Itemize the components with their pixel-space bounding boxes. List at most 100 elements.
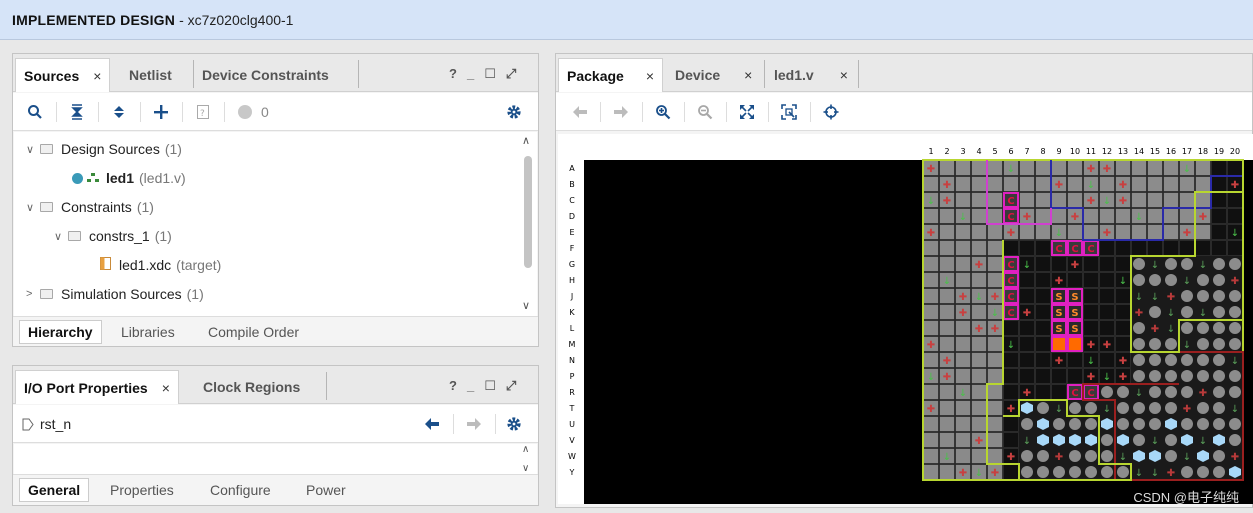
pin-square[interactable]	[939, 464, 955, 480]
pin-square[interactable]	[1099, 352, 1115, 368]
pin-selected[interactable]	[1067, 336, 1083, 352]
forward-arrow-icon[interactable]	[464, 414, 484, 434]
pin-square[interactable]	[987, 368, 1003, 384]
close-icon[interactable]: ×	[646, 68, 654, 84]
pin-circle[interactable]	[1229, 370, 1241, 382]
pin-symbol[interactable]: ↓	[1135, 388, 1143, 399]
pin-square[interactable]	[923, 432, 939, 448]
pin-circle[interactable]	[1069, 466, 1081, 478]
pin-circle[interactable]	[1053, 418, 1065, 430]
pin-square[interactable]	[987, 256, 1003, 272]
pin-square[interactable]	[1003, 464, 1019, 480]
pin-circle[interactable]	[1229, 258, 1241, 270]
scrollbar-thumb[interactable]	[524, 156, 532, 268]
zoom-selection-icon[interactable]	[779, 102, 799, 122]
pin-circle[interactable]	[1053, 466, 1065, 478]
pin-square[interactable]	[1211, 224, 1227, 240]
pin-symbol[interactable]: ↓	[1167, 308, 1175, 319]
pin-square[interactable]	[1179, 208, 1195, 224]
pin-square[interactable]	[987, 416, 1003, 432]
pin-symbol[interactable]: ↓	[1231, 356, 1239, 367]
scroll-down-icon[interactable]: ∨	[522, 463, 529, 474]
pin-symbol[interactable]: ✚	[927, 228, 935, 239]
maximize-icon[interactable]: ☐	[484, 378, 496, 394]
pin-square[interactable]	[1115, 160, 1131, 176]
pin-circle[interactable]	[1149, 370, 1161, 382]
pin-square[interactable]	[1115, 224, 1131, 240]
tab-hierarchy[interactable]: Hierarchy	[19, 320, 102, 344]
pin-circle[interactable]	[1181, 258, 1193, 270]
pin-circle[interactable]	[1165, 402, 1177, 414]
tab-package[interactable]: Package ×	[558, 58, 664, 92]
pin-square[interactable]	[955, 432, 971, 448]
pin-square[interactable]	[939, 400, 955, 416]
pin-square[interactable]	[1099, 176, 1115, 192]
pin-circle[interactable]	[1181, 322, 1193, 334]
tree-item-design-sources[interactable]: ∨ Design Sources (1)	[26, 136, 182, 162]
pin-square[interactable]	[1035, 240, 1051, 256]
pin-circle[interactable]	[1229, 338, 1241, 350]
pin-square[interactable]	[971, 352, 987, 368]
pin-square[interactable]	[1115, 336, 1131, 352]
pin-square[interactable]	[1147, 192, 1163, 208]
pin-square[interactable]	[1083, 224, 1099, 240]
pin-circle[interactable]	[1133, 322, 1145, 334]
pin-symbol[interactable]: ✚	[1119, 356, 1127, 367]
pin-circle[interactable]	[1213, 306, 1225, 318]
pin-symbol[interactable]: ✚	[943, 196, 951, 207]
pin-symbol[interactable]: ✚	[1199, 388, 1207, 399]
pin-square[interactable]	[939, 432, 955, 448]
pin-square[interactable]	[1195, 224, 1211, 240]
zoom-fit-icon[interactable]	[737, 102, 757, 122]
pin-square[interactable]	[1131, 176, 1147, 192]
pin-symbol[interactable]: ✚	[1167, 292, 1175, 303]
pin-square[interactable]	[987, 448, 1003, 464]
pin-symbol[interactable]: ✚	[1119, 180, 1127, 191]
pin-square[interactable]	[987, 336, 1003, 352]
pin-square[interactable]	[1019, 240, 1035, 256]
pin-circle[interactable]	[1117, 418, 1129, 430]
pin-square[interactable]	[1019, 224, 1035, 240]
tree-item-led1[interactable]: led1 (led1.v)	[72, 165, 186, 191]
pin-square[interactable]	[971, 272, 987, 288]
search-icon[interactable]	[25, 102, 45, 122]
pin-square[interactable]	[923, 384, 939, 400]
chevron-down-icon[interactable]: ∨	[26, 201, 40, 214]
zoom-in-icon[interactable]	[653, 102, 673, 122]
pin-select-label[interactable]: S	[1071, 292, 1078, 303]
pin-symbol[interactable]: ↓	[1151, 260, 1159, 271]
pin-symbol[interactable]: ✚	[1007, 452, 1015, 463]
pin-square[interactable]	[1051, 160, 1067, 176]
pin-square[interactable]	[955, 416, 971, 432]
pin-square[interactable]	[1099, 320, 1115, 336]
pin-square[interactable]	[1019, 288, 1035, 304]
pin-square[interactable]	[1115, 240, 1131, 256]
pin-circle[interactable]	[1213, 290, 1225, 302]
pin-square[interactable]	[971, 224, 987, 240]
pin-circle[interactable]	[1213, 418, 1225, 430]
pin-square[interactable]	[1131, 240, 1147, 256]
pin-clock-label[interactable]: C	[1071, 388, 1078, 399]
pin-square[interactable]	[1067, 160, 1083, 176]
pin-square[interactable]	[1035, 256, 1051, 272]
pin-symbol[interactable]: ✚	[991, 468, 999, 479]
pin-square[interactable]	[987, 192, 1003, 208]
tree-item-constrs-1[interactable]: ∨ constrs_1 (1)	[54, 223, 172, 249]
pin-circle[interactable]	[1229, 322, 1241, 334]
pin-circle[interactable]	[1197, 466, 1209, 478]
pin-symbol[interactable]: ✚	[1231, 180, 1239, 191]
pin-square[interactable]	[971, 400, 987, 416]
float-icon[interactable]: ⤢	[506, 378, 516, 394]
pin-symbol[interactable]: ✚	[1151, 324, 1159, 335]
pin-square[interactable]	[987, 176, 1003, 192]
scroll-down-icon[interactable]: ∨	[522, 299, 530, 312]
pin-square[interactable]	[1083, 304, 1099, 320]
tree-item-led1-xdc[interactable]: led1.xdc (target)	[100, 252, 221, 278]
pin-square[interactable]	[1115, 208, 1131, 224]
pin-square[interactable]	[1035, 272, 1051, 288]
pin-clock-label[interactable]: C	[1055, 244, 1062, 255]
pin-square[interactable]	[1099, 208, 1115, 224]
pin-symbol[interactable]: ↓	[1135, 292, 1143, 303]
pin-symbol[interactable]: ✚	[1231, 452, 1239, 463]
tab-netlist[interactable]: Netlist	[121, 58, 180, 92]
